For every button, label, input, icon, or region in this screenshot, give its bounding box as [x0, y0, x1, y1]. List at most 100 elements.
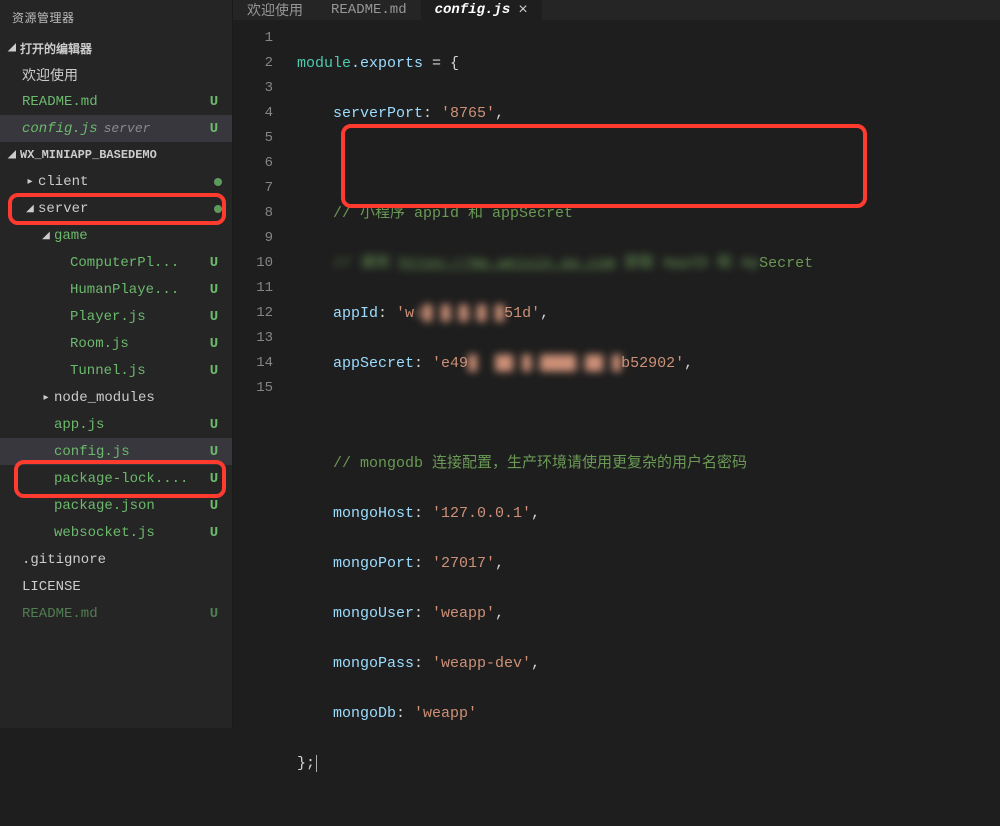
folder-label: game	[54, 228, 222, 244]
chevron-down-icon: ◢	[38, 230, 54, 242]
file-label: websocket.js	[54, 525, 206, 541]
file-websocket[interactable]: websocket.js U	[0, 519, 232, 546]
git-status-badge: U	[206, 309, 222, 325]
line-number: 1	[233, 26, 273, 51]
code-line: // mongodb 连接配置，生产环境请使用更复杂的用户名密码	[297, 451, 1000, 476]
sidebar: 资源管理器 ◢ 打开的编辑器 欢迎使用 README.md U config.j…	[0, 0, 233, 728]
chevron-down-icon: ◢	[4, 149, 20, 161]
line-number: 13	[233, 326, 273, 351]
line-number: 2	[233, 51, 273, 76]
file-label: package.json	[54, 498, 206, 514]
file-label: config.js	[54, 444, 206, 460]
code-line: // 小程序 appId 和 appSecret	[297, 201, 1000, 226]
line-gutter: 1 2 3 4 5 6 7 8 9 10 11 12 13 14 15	[233, 26, 297, 826]
file-computerpl[interactable]: ComputerPl... U	[0, 249, 232, 276]
git-status-badge: U	[206, 363, 222, 379]
line-number: 10	[233, 251, 273, 276]
tab-readme[interactable]: README.md	[317, 0, 421, 20]
file-readme[interactable]: README.md U	[0, 600, 232, 627]
git-status-badge: U	[206, 336, 222, 352]
line-number: 8	[233, 201, 273, 226]
file-label: ComputerPl...	[70, 255, 206, 271]
open-editor-config[interactable]: config.jsserver U	[0, 115, 232, 142]
tab-config[interactable]: config.js ×	[421, 0, 542, 20]
open-editors-label: 打开的编辑器	[20, 40, 92, 57]
file-tunnel[interactable]: Tunnel.js U	[0, 357, 232, 384]
line-number: 6	[233, 151, 273, 176]
code-line: mongoDb: 'weapp'	[297, 701, 1000, 726]
git-status-badge: U	[206, 525, 222, 541]
file-config[interactable]: config.js U	[0, 438, 232, 465]
git-status-badge: U	[206, 255, 222, 271]
line-number: 9	[233, 226, 273, 251]
git-status-badge: U	[206, 282, 222, 298]
file-label: .gitignore	[22, 552, 222, 568]
editor-item-label: README.md	[22, 94, 206, 110]
line-number: 3	[233, 76, 273, 101]
line-number: 5	[233, 126, 273, 151]
chevron-down-icon: ◢	[22, 203, 38, 215]
folder-node-modules[interactable]: ▸ node_modules	[0, 384, 232, 411]
open-editor-welcome[interactable]: 欢迎使用	[0, 61, 232, 88]
editor-item-label: config.jsserver	[22, 121, 206, 137]
editor-item-label: 欢迎使用	[22, 65, 222, 85]
project-header[interactable]: ◢ WX_MINIAPP_BASEDEMO	[0, 142, 232, 168]
line-number: 11	[233, 276, 273, 301]
folder-client[interactable]: ▸ client	[0, 168, 232, 195]
code-line: // 请到 https://mp.weixin.qq.com 获取 AppID …	[297, 251, 1000, 276]
code-line: mongoPass: 'weapp-dev',	[297, 651, 1000, 676]
tab-label: 欢迎使用	[247, 0, 303, 20]
git-status-badge: U	[206, 94, 222, 110]
code-line: mongoPort: '27017',	[297, 551, 1000, 576]
file-package-lock[interactable]: package-lock.... U	[0, 465, 232, 492]
line-number: 7	[233, 176, 273, 201]
tab-label: README.md	[331, 2, 407, 18]
open-editors-header[interactable]: ◢ 打开的编辑器	[0, 35, 232, 61]
file-humanplaye[interactable]: HumanPlaye... U	[0, 276, 232, 303]
file-label: LICENSE	[22, 579, 222, 595]
folder-label: node_modules	[54, 390, 222, 406]
git-status-badge: U	[206, 498, 222, 514]
folder-label: client	[38, 174, 214, 190]
file-label: app.js	[54, 417, 206, 433]
code-line: };	[297, 751, 1000, 776]
git-status-badge: U	[206, 417, 222, 433]
close-icon[interactable]: ×	[518, 1, 528, 19]
folder-label: server	[38, 201, 214, 217]
code-line	[297, 151, 1000, 176]
file-label: README.md	[22, 606, 206, 622]
chevron-down-icon: ◢	[4, 42, 20, 54]
code-line: mongoUser: 'weapp',	[297, 601, 1000, 626]
file-label: package-lock....	[54, 471, 206, 487]
code-line: appSecret: 'e49█ ██ █.████.██ █b52902',	[297, 351, 1000, 376]
file-app[interactable]: app.js U	[0, 411, 232, 438]
code-line	[297, 401, 1000, 426]
code-line: serverPort: '8765',	[297, 101, 1000, 126]
git-status-badge: U	[206, 121, 222, 137]
file-label: Room.js	[70, 336, 206, 352]
file-gitignore[interactable]: .gitignore	[0, 546, 232, 573]
code-line: appId: 'wx█ █.█.█ █51d',	[297, 301, 1000, 326]
git-dot-icon	[214, 178, 222, 186]
file-label: HumanPlaye...	[70, 282, 206, 298]
git-status-badge: U	[206, 471, 222, 487]
file-license[interactable]: LICENSE	[0, 573, 232, 600]
code-line: mongoHost: '127.0.0.1',	[297, 501, 1000, 526]
chevron-right-icon: ▸	[22, 176, 38, 188]
chevron-right-icon: ▸	[38, 392, 54, 404]
tab-welcome[interactable]: 欢迎使用	[233, 0, 317, 20]
file-room[interactable]: Room.js U	[0, 330, 232, 357]
file-player[interactable]: Player.js U	[0, 303, 232, 330]
file-package-json[interactable]: package.json U	[0, 492, 232, 519]
folder-server[interactable]: ◢ server	[0, 195, 232, 222]
line-number: 15	[233, 376, 273, 401]
line-number: 4	[233, 101, 273, 126]
line-number: 12	[233, 301, 273, 326]
file-label: Player.js	[70, 309, 206, 325]
code-area[interactable]: 1 2 3 4 5 6 7 8 9 10 11 12 13 14 15 modu…	[233, 20, 1000, 826]
folder-game[interactable]: ◢ game	[0, 222, 232, 249]
tabbar: 欢迎使用 README.md config.js ×	[233, 0, 1000, 20]
open-editor-readme[interactable]: README.md U	[0, 88, 232, 115]
code-line: module.exports = {	[297, 51, 1000, 76]
code-content[interactable]: module.exports = { serverPort: '8765', /…	[297, 26, 1000, 826]
